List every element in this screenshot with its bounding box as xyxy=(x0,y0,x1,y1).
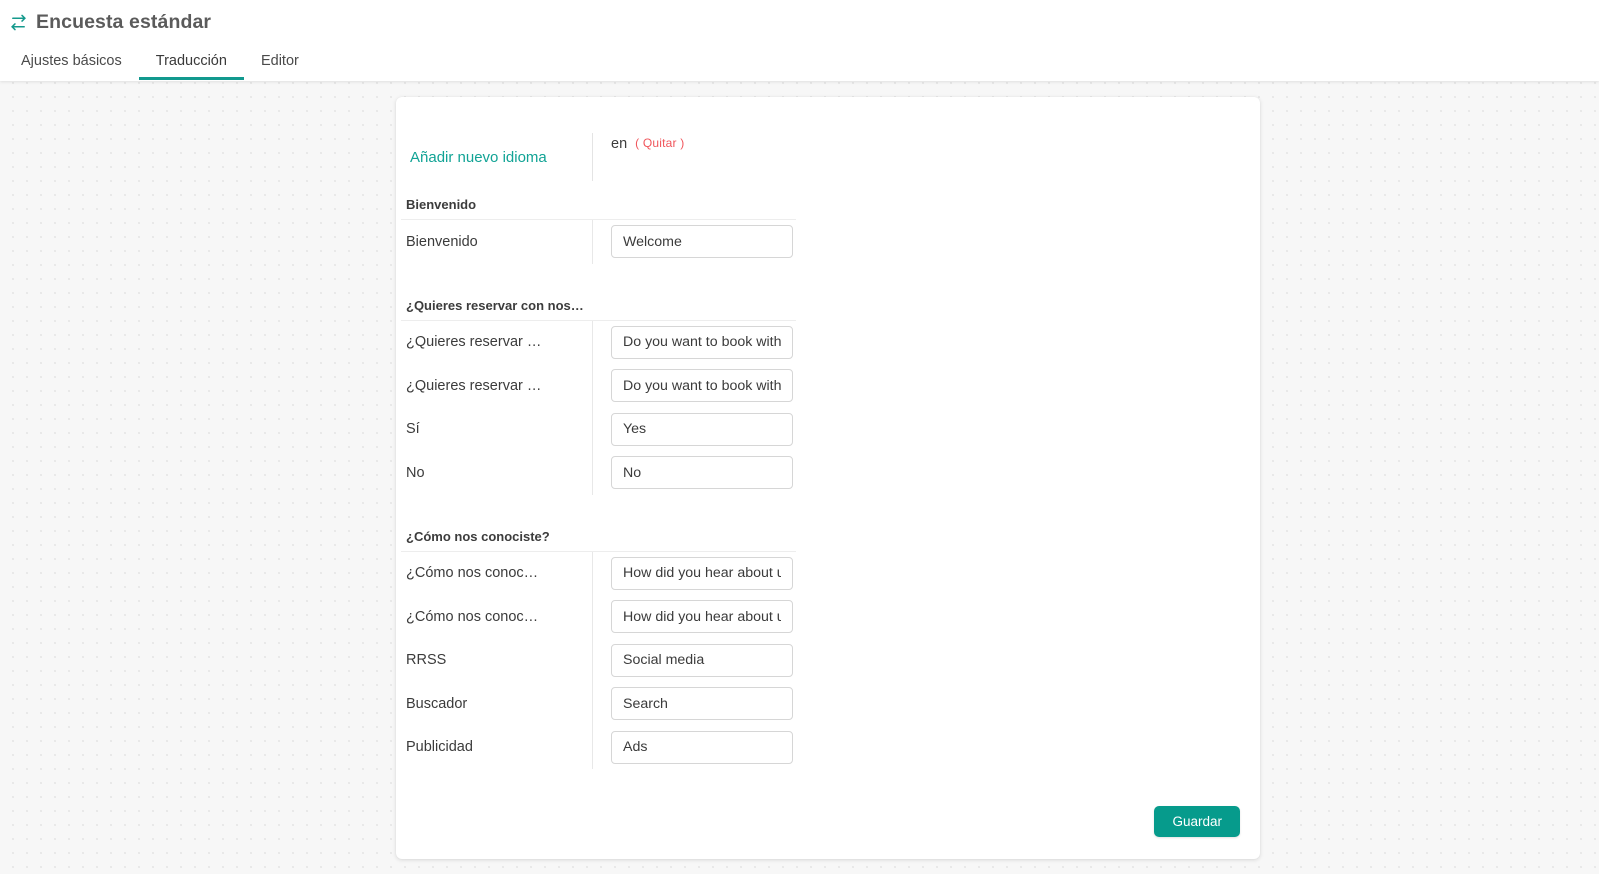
row-field xyxy=(592,595,793,639)
translation-sections: Bienvenido Bienvenido ¿Quieres reservar … xyxy=(396,183,1260,769)
translation-input[interactable] xyxy=(611,225,793,259)
translation-input[interactable] xyxy=(611,556,793,590)
row-field xyxy=(592,551,793,595)
translation-row: No xyxy=(396,451,1260,495)
row-label: Publicidad xyxy=(406,739,473,756)
card-footer: Guardar xyxy=(1154,805,1240,837)
translation-card: Añadir nuevo idioma en ( Quitar ) Bienve… xyxy=(396,97,1260,859)
translation-input[interactable] xyxy=(611,456,793,490)
row-field xyxy=(592,364,793,408)
page-title: Encuesta estándar xyxy=(36,10,212,33)
add-language-link[interactable]: Añadir nuevo idioma xyxy=(396,149,592,166)
swap-arrows-icon xyxy=(11,14,26,31)
translation-row: ¿Cómo nos conoc… xyxy=(396,595,1260,639)
row-label: ¿Cómo nos conoc… xyxy=(406,565,539,582)
section-como-nos-conociste: ¿Cómo nos conociste? ¿Cómo nos conoc… ¿C… xyxy=(396,501,1260,769)
translation-row: Publicidad xyxy=(396,725,1260,769)
row-field xyxy=(592,320,793,364)
translation-input[interactable] xyxy=(611,412,793,446)
row-field xyxy=(592,725,793,769)
row-field xyxy=(592,638,793,682)
row-label: Bienvenido xyxy=(406,233,478,250)
translation-row: ¿Quieres reservar … xyxy=(396,364,1260,408)
translation-input[interactable] xyxy=(611,730,793,764)
section-title: ¿Cómo nos conociste? xyxy=(401,529,796,552)
row-field xyxy=(592,220,793,264)
language-code: en xyxy=(611,136,628,152)
translation-input[interactable] xyxy=(611,369,793,403)
translation-row: Sí xyxy=(396,407,1260,451)
section-bienvenido: Bienvenido Bienvenido xyxy=(396,183,1260,264)
tab-editor[interactable]: Editor xyxy=(244,53,316,81)
app-header: Encuesta estándar Ajustes básicos Traduc… xyxy=(0,0,1599,81)
translation-row: RRSS xyxy=(396,638,1260,682)
remove-language-link[interactable]: ( Quitar ) xyxy=(635,137,684,149)
row-label: Buscador xyxy=(406,695,468,712)
language-bar: Añadir nuevo idioma en ( Quitar ) xyxy=(396,97,1260,183)
row-label: ¿Cómo nos conoc… xyxy=(406,608,539,625)
section-quieres-reservar: ¿Quieres reservar con nos… ¿Quieres rese… xyxy=(396,270,1260,495)
translation-row: Buscador xyxy=(396,682,1260,726)
translation-row: Bienvenido xyxy=(396,220,1260,264)
translation-input[interactable] xyxy=(611,325,793,359)
translation-input[interactable] xyxy=(611,643,793,677)
tab-ajustes-basicos[interactable]: Ajustes básicos xyxy=(4,53,139,81)
page-body: Añadir nuevo idioma en ( Quitar ) Bienve… xyxy=(0,81,1599,874)
row-label: ¿Quieres reservar … xyxy=(406,377,542,394)
row-label: Sí xyxy=(406,421,420,438)
section-title: Bienvenido xyxy=(401,197,796,220)
title-row: Encuesta estándar xyxy=(0,0,1599,38)
row-field xyxy=(592,451,793,495)
language-chip-en: en ( Quitar ) xyxy=(592,133,684,181)
tab-traduccion[interactable]: Traducción xyxy=(138,53,245,81)
translation-row: ¿Cómo nos conoc… xyxy=(396,551,1260,595)
tab-bar: Ajustes básicos Traducción Editor xyxy=(0,38,1599,80)
section-title: ¿Quieres reservar con nos… xyxy=(401,298,796,321)
row-label: RRSS xyxy=(406,652,447,669)
translation-input[interactable] xyxy=(611,687,793,721)
translation-input[interactable] xyxy=(611,600,793,634)
translation-row: ¿Quieres reservar … xyxy=(396,320,1260,364)
save-button[interactable]: Guardar xyxy=(1154,805,1240,837)
row-field xyxy=(592,407,793,451)
row-field xyxy=(592,682,793,726)
row-label: No xyxy=(406,464,425,481)
row-label: ¿Quieres reservar … xyxy=(406,334,542,351)
